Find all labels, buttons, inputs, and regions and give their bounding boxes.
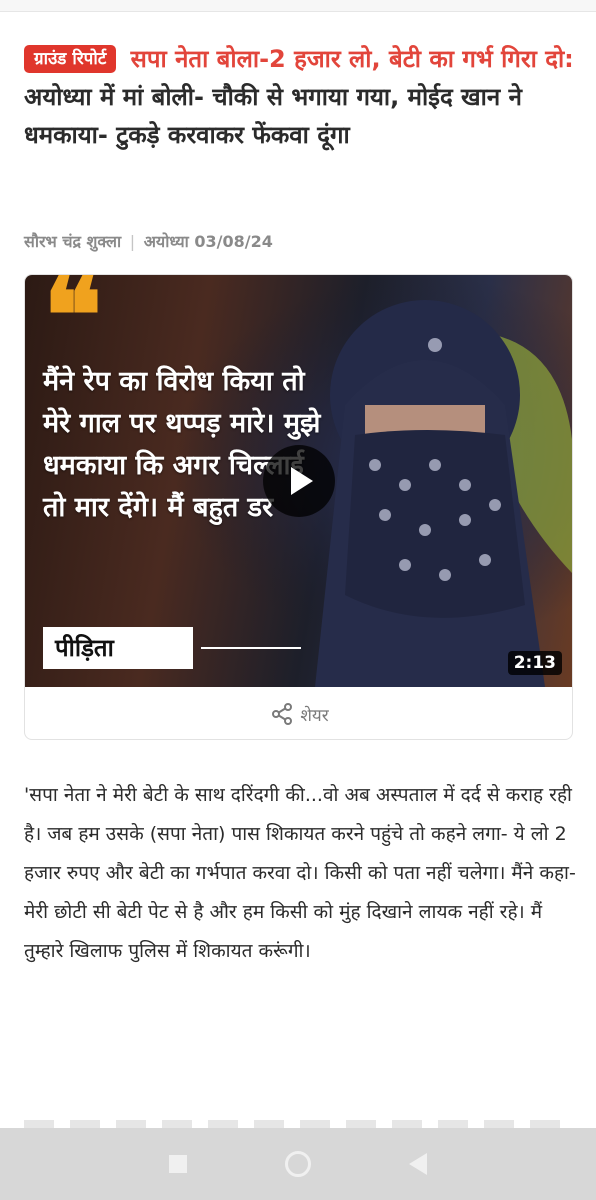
location[interactable]: अयोध्या — [144, 232, 189, 251]
video-card: ❝ मैंने रेप का विरोध किया तो मेरे गाल पर… — [24, 274, 573, 740]
ground-report-badge[interactable]: ग्राउंड रिपोर्ट — [24, 45, 117, 73]
byline-separator: | — [129, 232, 136, 251]
headline-highlight: सपा नेता बोला-2 हजार लो, बेटी का गर्भ गि… — [130, 45, 574, 73]
square-icon[interactable] — [169, 1155, 187, 1173]
byline: सौरभ चंद्र शुक्ला | अयोध्या 03/08/24 — [24, 230, 273, 252]
play-icon — [291, 467, 313, 495]
share-button[interactable]: शेयर — [25, 687, 572, 739]
article-headline: ग्राउंड रिपोर्ट सपा नेता बोला-2 हजार लो,… — [24, 40, 576, 154]
publish-date: 03/08/24 — [194, 232, 273, 251]
author-name[interactable]: सौरभ चंद्र शुक्ला — [24, 232, 121, 251]
top-bar — [0, 0, 596, 12]
android-nav-bar — [0, 1128, 596, 1200]
quote-mark-icon: ❝ — [43, 275, 103, 380]
speaker-label-line — [201, 647, 301, 649]
share-icon — [272, 703, 293, 725]
headline-text: अयोध्या में मां बोली- चौकी से भगाया गया,… — [24, 83, 522, 149]
speaker-label: पीड़िता — [43, 627, 193, 669]
circle-icon[interactable] — [285, 1151, 311, 1177]
article-body: 'सपा नेता ने मेरी बेटी के साथ दरिंदगी की… — [24, 784, 576, 962]
video-player[interactable]: ❝ मैंने रेप का विरोध किया तो मेरे गाल पर… — [25, 275, 572, 687]
play-button[interactable] — [263, 445, 335, 517]
video-duration: 2:13 — [507, 651, 562, 675]
share-label: शेयर — [300, 705, 329, 726]
back-triangle-icon[interactable] — [409, 1153, 427, 1175]
next-paragraph-cutoff — [24, 1120, 576, 1128]
